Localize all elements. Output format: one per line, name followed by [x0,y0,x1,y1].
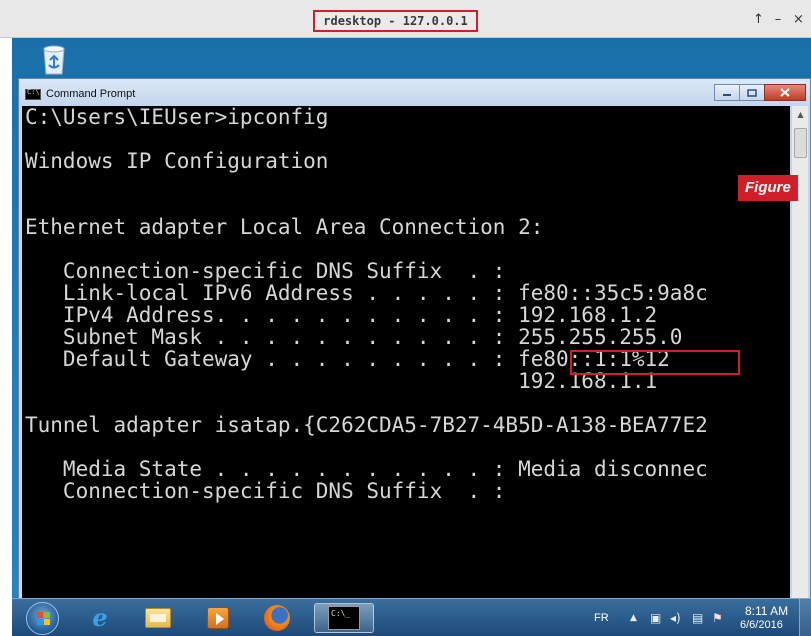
console-text: C:\Users\IEUser>ipconfig Windows IP Confi… [25,106,708,502]
console-line: Tunnel adapter isatap.{C262CDA5-7B27-4B5… [25,413,708,437]
rdesktop-minimize-button[interactable]: – [773,12,783,27]
start-button[interactable] [26,602,59,635]
console-line: Ethernet adapter Local Area Connection 2… [25,215,544,239]
taskbar: e FR ▲ ▣ ◂) ▤ ⚑ 8:11 AM 6/6/2016 [12,598,811,636]
clock-time[interactable]: 8:11 AM [745,604,788,618]
ie-icon: e [92,603,108,632]
command-prompt-titlebar[interactable]: Command Prompt [19,79,810,106]
console-line: Media State . . . . . . . . . . . : Medi… [25,457,708,481]
rdesktop-window-controls: ↑ – × [753,12,804,27]
vertical-scroll-thumb[interactable] [794,128,807,158]
command-prompt-window[interactable]: Command Prompt C:\Users\IEUser>ipconfig W… [18,78,811,636]
maximize-icon [747,88,757,97]
console-line: Subnet Mask . . . . . . . . . . . : 255.… [25,325,683,349]
taskbar-media-player[interactable] [196,603,240,633]
close-icon [780,88,790,97]
ipv4-highlight-box [570,350,740,375]
remote-desktop: Command Prompt C:\Users\IEUser>ipconfig W… [12,38,811,636]
recycle-bin-icon[interactable] [37,43,71,77]
language-indicator[interactable]: FR [594,612,609,624]
console-line: Connection-specific DNS Suffix . : [25,259,506,283]
console-line: IPv4 Address. . . . . . . . . . . : 192.… [25,303,658,327]
window-controls [714,84,806,101]
taskbar-command-prompt[interactable] [314,603,374,633]
folder-icon [145,608,171,628]
action-center-flag-icon[interactable]: ⚑ [712,611,723,625]
rdesktop-titlebar[interactable]: rdesktop - 127.0.0.1 ↑ – × [0,0,811,38]
maximize-button[interactable] [739,84,765,101]
command-prompt-title: Command Prompt [46,88,136,100]
console-output[interactable]: C:\Users\IEUser>ipconfig Windows IP Confi… [22,106,790,611]
close-button[interactable] [764,84,806,101]
console-line: Connection-specific DNS Suffix . : [25,479,506,503]
minimize-button[interactable] [714,84,740,101]
scroll-up-icon[interactable]: ▲ [792,106,809,123]
console-line: Link-local IPv6 Address . . . . . : fe80… [25,281,708,305]
show-desktop-button[interactable] [799,599,811,636]
rdesktop-shade-button[interactable]: ↑ [753,12,764,27]
window-left-margin [0,38,12,636]
volume-icon[interactable]: ◂) [670,611,681,625]
rdesktop-close-button[interactable]: × [793,12,804,27]
network-icon[interactable]: ▤ [692,611,703,625]
cmd-icon [328,606,360,630]
taskbar-firefox[interactable] [255,603,299,633]
taskbar-windows-explorer[interactable] [136,603,180,633]
minimize-icon [723,93,731,96]
taskbar-internet-explorer[interactable]: e [78,603,122,633]
media-player-icon [207,607,229,629]
show-hidden-icons-icon[interactable]: ▲ [630,613,637,623]
console-line: Windows IP Configuration [25,149,329,173]
figure-label: Figure [738,175,798,201]
console-line: C:\Users\IEUser>ipconfig [25,106,329,129]
rdesktop-window-title: rdesktop - 127.0.0.1 [313,10,478,32]
cmd-app-icon[interactable] [25,88,41,100]
system-tray: FR ▲ ▣ ◂) ▤ ⚑ 8:11 AM 6/6/2016 [592,599,811,636]
clock-date[interactable]: 6/6/2016 [740,619,783,631]
device-icon[interactable]: ▣ [650,611,661,625]
firefox-icon [264,605,290,631]
